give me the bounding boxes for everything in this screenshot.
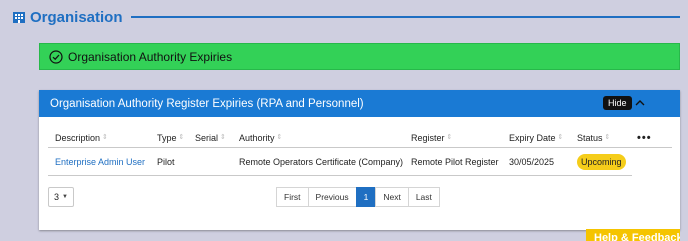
sort-icon: ⇕ xyxy=(446,134,453,141)
status-cell: Upcoming xyxy=(577,148,626,175)
column-header-expiry-date[interactable]: Expiry Date ⇕ xyxy=(509,128,563,147)
expiries-banner[interactable]: Organisation Authority Expiries xyxy=(39,43,680,70)
page-size-select[interactable]: 3 ▼ xyxy=(48,187,74,207)
card-title: Organisation Authority Register Expiries… xyxy=(50,97,364,110)
hide-tooltip: Hide xyxy=(603,96,632,110)
check-circle-icon xyxy=(49,49,63,64)
pagination-next[interactable]: Next xyxy=(375,187,409,207)
building-icon xyxy=(12,10,26,24)
column-header-description[interactable]: Description ⇕ xyxy=(55,128,108,147)
page-size-value: 3 xyxy=(54,192,60,202)
page-title: Organisation xyxy=(30,8,123,26)
column-options-button[interactable]: ••• xyxy=(637,128,652,147)
pagination: First Previous 1 Next Last xyxy=(276,187,440,207)
column-header-type[interactable]: Type ⇕ xyxy=(157,128,184,147)
sort-icon: ⇕ xyxy=(178,134,185,141)
table-row: Enterprise Admin User Pilot Remote Opera… xyxy=(48,148,632,176)
sort-icon: ⇕ xyxy=(557,134,564,141)
column-header-status[interactable]: Status ⇕ xyxy=(577,128,610,147)
column-header-serial[interactable]: Serial ⇕ xyxy=(195,128,226,147)
status-badge: Upcoming xyxy=(577,153,626,170)
sort-icon: ⇕ xyxy=(276,134,283,141)
authority-cell: Remote Operators Certificate (Company) xyxy=(239,156,404,167)
more-icon: ••• xyxy=(637,131,652,144)
sort-icon: ⇕ xyxy=(604,134,611,141)
chevron-up-icon[interactable] xyxy=(633,96,647,110)
caret-down-icon: ▼ xyxy=(62,194,68,200)
register-cell: Remote Pilot Register xyxy=(411,156,499,167)
banner-label: Organisation Authority Expiries xyxy=(68,49,233,64)
sort-icon: ⇕ xyxy=(220,134,226,141)
pagination-first[interactable]: First xyxy=(276,187,309,207)
table-header-row: Description ⇕ Type ⇕ Serial ⇕ Authority ⇕ Re… xyxy=(48,128,672,148)
pagination-previous[interactable]: Previous xyxy=(307,187,357,207)
sort-icon: ⇕ xyxy=(102,134,108,141)
card-header: Organisation Authority Register Expiries… xyxy=(39,90,680,117)
column-header-register[interactable]: Register ⇕ xyxy=(411,128,452,147)
header-divider xyxy=(130,16,680,18)
pagination-page-1[interactable]: 1 xyxy=(355,187,377,207)
help-feedback-button[interactable]: Help & Feedback xyxy=(586,229,680,241)
pagination-last[interactable]: Last xyxy=(407,187,440,207)
expiry-date-cell: 30/05/2025 xyxy=(509,156,555,167)
description-link[interactable]: Enterprise Admin User xyxy=(55,148,145,175)
type-cell: Pilot xyxy=(157,156,175,167)
page-header: Organisation xyxy=(12,7,688,27)
column-header-authority[interactable]: Authority ⇕ xyxy=(239,128,282,147)
register-expiries-card: Organisation Authority Register Expiries… xyxy=(39,90,680,230)
expiries-table: Description ⇕ Type ⇕ Serial ⇕ Authority ⇕ Re… xyxy=(39,117,680,177)
